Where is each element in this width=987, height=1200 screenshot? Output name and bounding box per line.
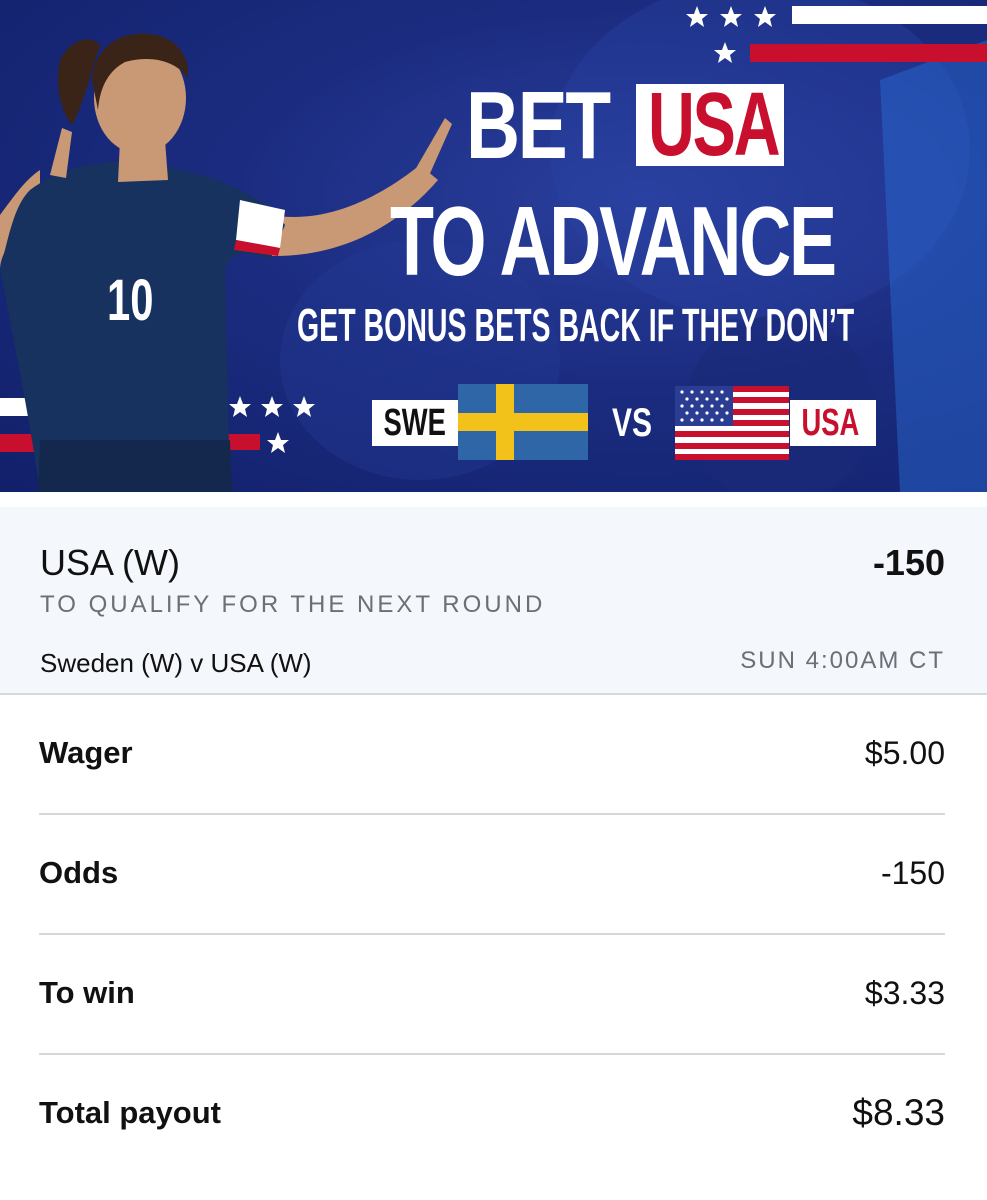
total-payout-label: Total payout xyxy=(39,1095,221,1130)
headline-usa: USA xyxy=(648,75,781,175)
selection-odds: -150 xyxy=(872,542,945,583)
detail-row-odds: Odds -150 xyxy=(39,815,945,935)
detail-row-total-payout: Total payout $8.33 xyxy=(39,1055,945,1173)
team-swe-label: SWE xyxy=(383,402,446,444)
odds-label: Odds xyxy=(39,855,119,890)
selection-event[interactable]: Sweden (W) v USA (W) xyxy=(40,647,312,679)
usa-flag xyxy=(675,386,789,460)
wager-value: $5.00 xyxy=(864,735,945,771)
total-payout-value: $8.33 xyxy=(852,1092,945,1133)
detail-row-to-win: To win $3.33 xyxy=(39,935,945,1055)
wager-label: Wager xyxy=(39,735,133,770)
headline-to-advance: TO ADVANCE xyxy=(390,186,837,296)
bet-selection[interactable]: USA (W) -150 TO QUALIFY FOR THE NEXT ROU… xyxy=(0,507,987,695)
detail-row-wager: Wager $5.00 xyxy=(39,695,945,815)
headline-bet: BET xyxy=(466,72,611,179)
to-win-value: $3.33 xyxy=(864,975,945,1011)
selection-name: USA (W) xyxy=(40,542,180,583)
player-jersey-number: 10 xyxy=(107,268,154,333)
to-win-label: To win xyxy=(39,975,135,1010)
selection-market: TO QUALIFY FOR THE NEXT ROUND xyxy=(40,591,546,618)
promo-banner[interactable]: 10 BET USA TO ADVANCE GET BONUS BETS BAC… xyxy=(0,0,987,492)
selection-start-time: SUN 4:00AM CT xyxy=(740,647,945,674)
odds-value: -150 xyxy=(880,855,945,891)
team-usa-badge: USA xyxy=(790,400,876,446)
team-swe-badge: SWE xyxy=(372,400,458,446)
headline-subtitle: GET BONUS BETS BACK IF THEY DON’T xyxy=(297,299,855,351)
bet-details: Wager $5.00 Odds -150 To win $3.33 Total… xyxy=(39,695,945,1173)
sweden-flag xyxy=(458,384,588,460)
versus-label: VS xyxy=(612,401,653,445)
team-usa-label: USA xyxy=(801,402,860,444)
